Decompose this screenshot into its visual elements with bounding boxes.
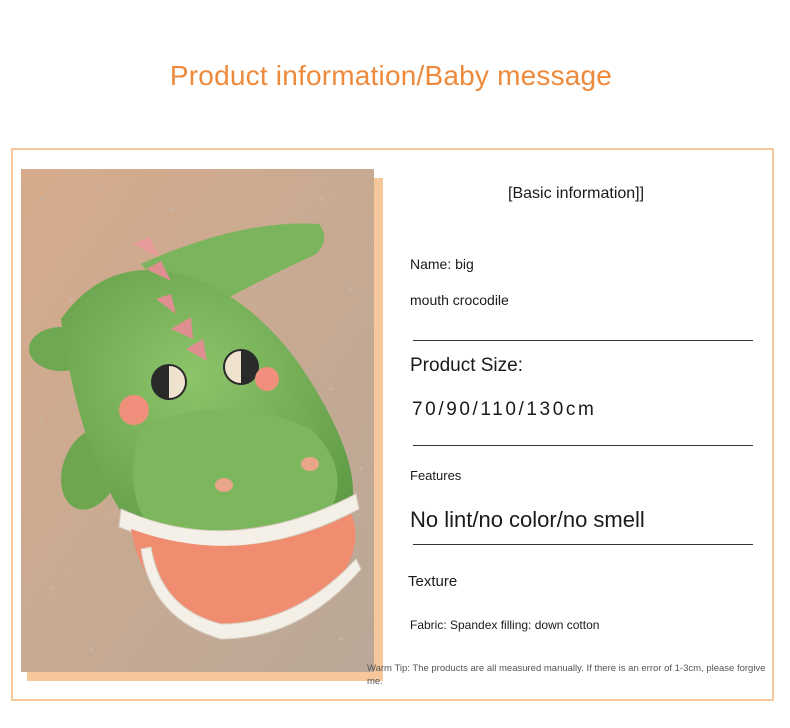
product-photo <box>21 169 374 672</box>
divider <box>413 340 753 341</box>
crocodile-plush-image <box>21 169 374 672</box>
warm-tip-note: Warm Tip: The products are all measured … <box>367 663 766 687</box>
size-label: Product Size: <box>410 355 523 376</box>
features-value: No lint/no color/no smell <box>410 507 645 532</box>
divider <box>413 445 753 446</box>
product-name-line1: Name: big <box>410 256 474 272</box>
size-value: 70/90/110/130cm <box>412 399 597 420</box>
product-name-line2: mouth crocodile <box>410 292 509 308</box>
divider <box>413 544 753 545</box>
features-label: Features <box>410 468 462 483</box>
fabric-info: Fabric: Spandex filling: down cotton <box>410 618 600 632</box>
basic-info-heading: [Basic information]] <box>508 185 645 202</box>
page-title: Product information/Baby message <box>169 60 613 91</box>
texture-label: Texture <box>408 573 458 590</box>
